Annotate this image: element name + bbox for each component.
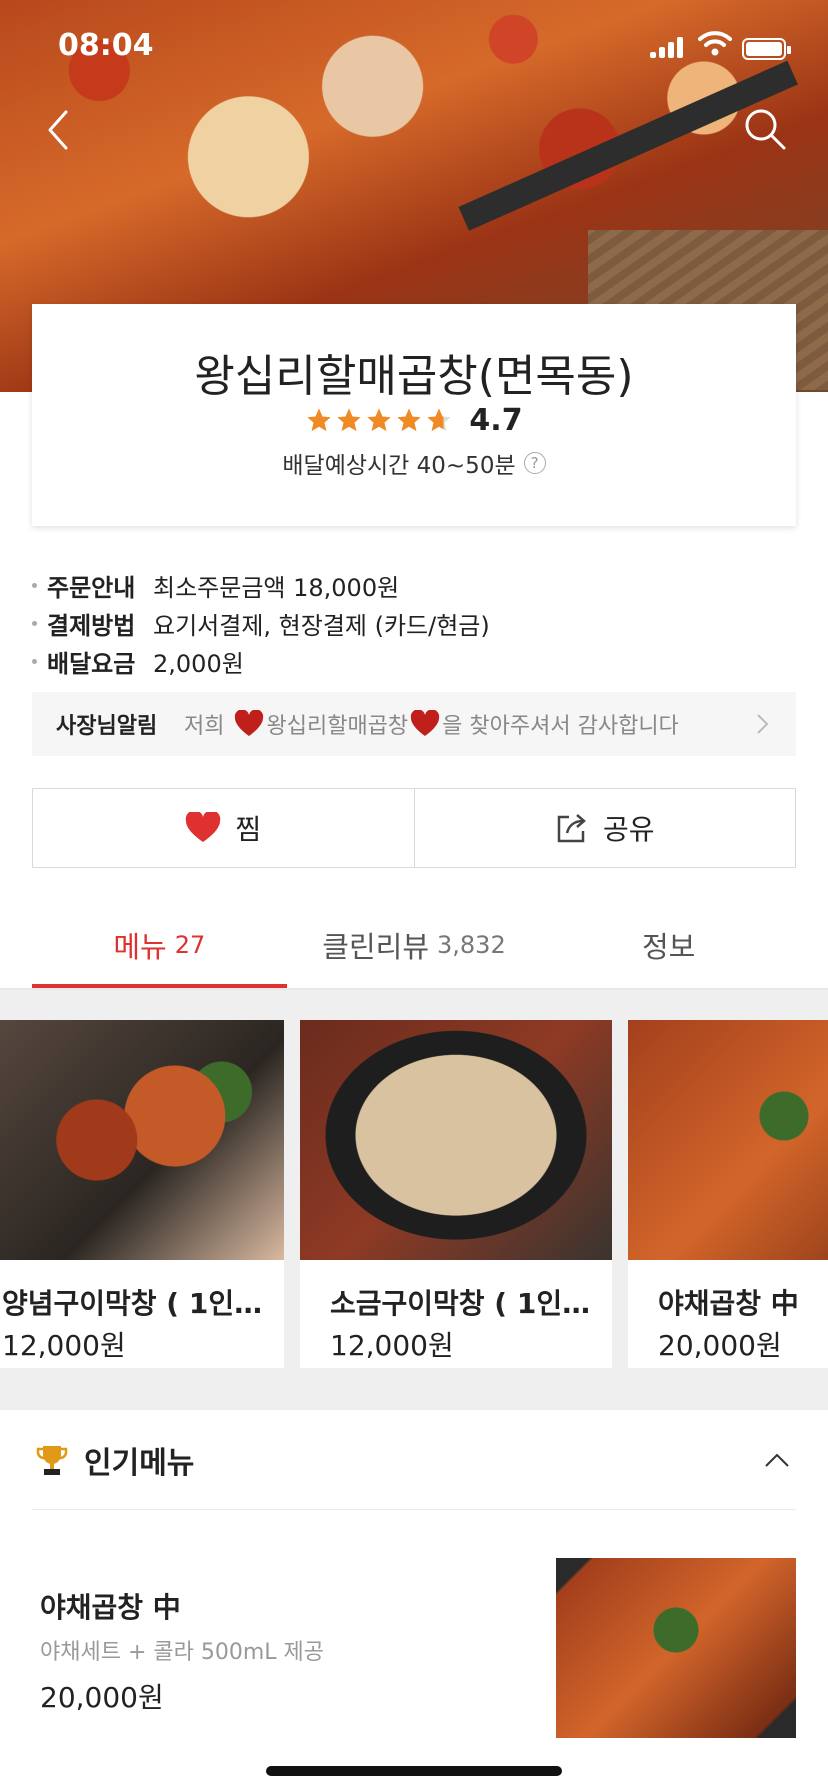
notice-label: 사장님알림	[56, 714, 158, 739]
chevron-up-icon[interactable]	[764, 1452, 790, 1468]
menu-price: 12,000원	[330, 1329, 454, 1362]
notice-prefix: 저희	[184, 714, 225, 739]
star-icon	[367, 408, 392, 432]
rating-value: 4.7	[469, 402, 523, 438]
home-indicator	[266, 1766, 562, 1776]
store-tabs: 메뉴 27 클린리뷰 3,832 정보	[32, 900, 796, 990]
menu-card[interactable]: 야채곱창 中 20,000원	[628, 1020, 828, 1368]
share-icon	[557, 814, 586, 843]
menu-name: 야채곱창 中	[40, 1591, 181, 1624]
action-buttons: 찜 공유	[32, 788, 796, 868]
menu-image	[0, 1020, 284, 1260]
search-icon[interactable]	[742, 106, 788, 152]
menu-image	[628, 1020, 828, 1260]
star-half-icon	[427, 408, 452, 432]
tab-count: 3,832	[437, 931, 506, 959]
rating: 4.7	[32, 400, 796, 440]
share-label: 공유	[602, 813, 655, 846]
menu-price: 12,000원	[2, 1329, 126, 1362]
menu-price: 20,000원	[658, 1329, 782, 1362]
wifi-icon	[698, 31, 732, 56]
tab-label: 클린리뷰	[322, 930, 430, 964]
info-value: 요기서결제, 현장결제 (카드/현금)	[153, 611, 490, 640]
popular-menu-item[interactable]: 야채곱창 中 야채세트 + 콜라 500mL 제공 20,000원	[32, 1510, 796, 1790]
favorite-button[interactable]: 찜	[33, 789, 414, 867]
status-time: 08:04	[58, 28, 154, 63]
info-row-order: 주문안내 최소주문금액 18,000원	[32, 566, 792, 604]
tab-info[interactable]: 정보	[541, 900, 796, 990]
star-icon	[337, 408, 362, 432]
notice-store: 왕십리할매곱창	[266, 714, 409, 739]
delivery-time-text: 배달예상시간 40~50분	[282, 453, 516, 479]
info-row-payment: 결제방법 요기서결제, 현장결제 (카드/현금)	[32, 604, 792, 642]
chevron-right-icon	[757, 714, 769, 734]
battery-icon	[742, 38, 791, 60]
trophy-icon	[36, 1445, 68, 1475]
menu-card[interactable]: 소금구이막창 ( 1인… 12,000원	[300, 1020, 612, 1368]
tab-menu[interactable]: 메뉴 27	[32, 900, 287, 990]
notice-text: 저희 왕십리할매곱창 을 찾아주셔서 감사합니다	[184, 708, 752, 740]
menu-image	[300, 1020, 612, 1260]
help-icon[interactable]: ?	[523, 452, 546, 474]
bullet	[32, 620, 37, 626]
tab-label: 정보	[641, 930, 696, 964]
order-info-list: 주문안내 최소주문금액 18,000원 결제방법 요기서결제, 현장결제 (카드…	[32, 566, 792, 680]
heart-icon	[186, 812, 221, 842]
menu-carousel[interactable]: 양념구이막창 ( 1인… 12,000원 소금구이막창 ( 1인… 12,000…	[0, 990, 828, 1410]
store-name: 왕십리할매곱창(면목동)	[194, 351, 634, 402]
menu-description: 야채세트 + 콜라 500mL 제공	[40, 1640, 325, 1665]
info-label: 주문안내	[47, 573, 136, 602]
menu-card[interactable]: 양념구이막창 ( 1인… 12,000원	[0, 1020, 284, 1368]
menu-name: 소금구이막창 ( 1인…	[330, 1287, 591, 1320]
bullet	[32, 658, 37, 664]
status-bar: 08:04	[0, 0, 828, 96]
info-row-delivery-fee: 배달요금 2,000원	[32, 642, 792, 680]
star-icon	[307, 408, 332, 432]
menu-name: 야채곱창 中	[658, 1287, 799, 1320]
popular-menu-header[interactable]: 인기메뉴	[32, 1410, 796, 1510]
tab-label: 메뉴	[113, 930, 167, 964]
signal-icon	[650, 36, 684, 58]
info-label: 결제방법	[47, 611, 136, 640]
info-value: 2,000원	[153, 649, 244, 678]
favorite-label: 찜	[235, 813, 262, 846]
heart-emoji-icon	[411, 710, 440, 736]
tab-reviews[interactable]: 클린리뷰 3,832	[287, 900, 542, 990]
popular-menu-title: 인기메뉴	[84, 1445, 195, 1481]
menu-image	[556, 1558, 796, 1738]
info-value: 최소주문금액 18,000원	[153, 573, 400, 602]
menu-price: 20,000원	[40, 1681, 164, 1714]
bullet	[32, 582, 37, 588]
owner-notice[interactable]: 사장님알림 저희 왕십리할매곱창 을 찾아주셔서 감사합니다	[32, 692, 796, 756]
store-info-card: 왕십리할매곱창(면목동) 4.7 배달예상시간 40~50분 ?	[32, 304, 796, 526]
share-button[interactable]: 공유	[413, 789, 796, 867]
menu-name: 양념구이막창 ( 1인…	[2, 1287, 263, 1320]
tab-count: 27	[174, 931, 206, 959]
delivery-time: 배달예상시간 40~50분 ?	[32, 446, 796, 480]
info-label: 배달요금	[47, 649, 136, 678]
back-icon[interactable]	[36, 100, 86, 160]
notice-suffix: 을 찾아주셔서 감사합니다	[442, 714, 679, 739]
heart-emoji-icon	[235, 710, 264, 736]
star-icon	[397, 408, 422, 432]
